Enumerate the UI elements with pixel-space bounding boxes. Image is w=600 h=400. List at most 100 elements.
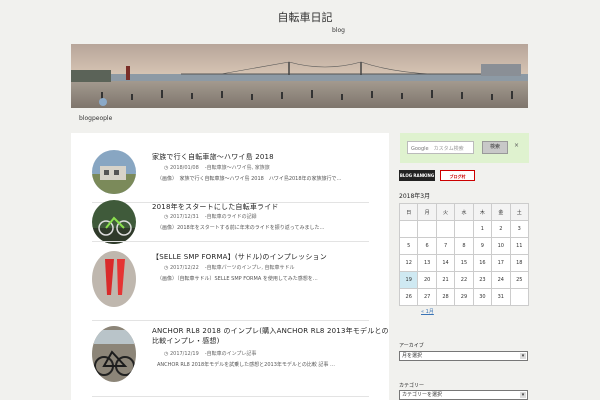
post-meta: ◷ 2017/12/22 -自転車パーツのインプレ, 自転車サドル bbox=[164, 265, 295, 271]
post-thumbnail[interactable] bbox=[92, 150, 136, 194]
post-tags[interactable]: -自転車パーツのインプレ, 自転車サドル bbox=[205, 265, 295, 271]
post-tags[interactable]: -自転車のライドの記録 bbox=[205, 214, 257, 220]
calendar-table: 日 月 火 水 木 金 土 1 2 3 5 6 7 8 9 10 11 12 1… bbox=[398, 203, 530, 306]
calendar-day: 7 bbox=[435, 237, 456, 255]
calendar-caption: 2018年3月 bbox=[399, 193, 431, 200]
calendar-day: 1 bbox=[472, 220, 493, 238]
calendar-day: 28 bbox=[435, 288, 456, 306]
archive-label: アーカイブ bbox=[399, 343, 424, 349]
header-panorama-image bbox=[71, 44, 528, 108]
weekday-header: 土 bbox=[509, 203, 530, 221]
post-excerpt: （画像） 家族で行く自転車旅〜ハワイ島 2018 ハワイ島2018年の家族旅行で… bbox=[157, 176, 342, 182]
calendar-day: 3 bbox=[509, 220, 530, 238]
post-item: ANCHOR RL8 2018 のインプレ(購入ANCHOR RL8 2013年… bbox=[92, 326, 389, 400]
calendar-week: 1 2 3 bbox=[398, 220, 530, 238]
post-excerpt: ANCHOR RL8 2018年モデルを試乗した感想と2013年モデルとの比較 … bbox=[157, 362, 336, 368]
google-label: Google bbox=[411, 146, 429, 152]
calendar-day bbox=[417, 220, 437, 238]
post-meta: ◷ 2018/01/08 -自転車旅〜ハワイ島, 家族旅 bbox=[164, 165, 270, 171]
calendar-day: 29 bbox=[454, 288, 474, 306]
chevron-down-icon: ▾ bbox=[520, 353, 526, 359]
calendar-day: 31 bbox=[491, 288, 511, 306]
post-thumbnail[interactable] bbox=[92, 200, 136, 244]
search-widget: Google カスタム検索 検索 × bbox=[400, 133, 529, 163]
calendar-day: 22 bbox=[454, 271, 474, 289]
post-title[interactable]: 2018年をスタートにした自転車ライド bbox=[152, 202, 279, 212]
category-select[interactable]: カテゴリーを選択 ▾ bbox=[399, 390, 528, 400]
calendar-day-today: 19 bbox=[398, 271, 419, 289]
calendar-day bbox=[454, 220, 474, 238]
weekday-header: 月 bbox=[417, 203, 437, 221]
clear-icon[interactable]: × bbox=[514, 142, 519, 149]
calendar-day: 30 bbox=[472, 288, 493, 306]
calendar-prev-link[interactable]: « 1月 bbox=[421, 308, 434, 315]
site-title[interactable]: 自転車日記 bbox=[0, 9, 600, 25]
search-button[interactable]: 検索 bbox=[482, 141, 508, 154]
calendar-day: 25 bbox=[509, 271, 530, 289]
post-title[interactable]: 【SELLE SMP FORMA】(サドル)のインプレッション bbox=[152, 252, 327, 262]
post-date: 2017/12/22 bbox=[169, 265, 199, 271]
post-meta: ◷ 2017/12/31 -自転車のライドの記録 bbox=[164, 214, 257, 220]
post-date: 2018/01/08 bbox=[169, 165, 199, 171]
calendar-day bbox=[509, 288, 530, 306]
calendar-day: 17 bbox=[491, 254, 511, 272]
search-input[interactable]: Google カスタム検索 bbox=[407, 141, 474, 154]
weekday-header: 金 bbox=[491, 203, 511, 221]
post-thumbnail[interactable] bbox=[92, 326, 136, 382]
post-excerpt: （画像）（自転車サドル）SELLE SMP FORMA を使用してみた感想を… bbox=[157, 276, 318, 282]
blog-ranking-badge[interactable]: BLOG RANKING bbox=[399, 170, 435, 181]
search-placeholder: カスタム検索 bbox=[433, 146, 464, 152]
post-item: 家族で行く自転車旅〜ハワイ島 2018 ◷ 2018/01/08 -自転車旅〜ハワ… bbox=[92, 145, 369, 203]
post-thumbnail[interactable] bbox=[92, 251, 136, 307]
blogpeople-link[interactable]: blogpeople bbox=[79, 115, 112, 122]
archive-select[interactable]: 月を選択 ▾ bbox=[399, 351, 528, 361]
post-meta: ◷ 2017/12/19 -自転車のインプレ記事 bbox=[164, 351, 257, 357]
calendar-week: 26 27 28 29 30 31 bbox=[398, 288, 530, 306]
category-select-value: カテゴリーを選択 bbox=[402, 392, 443, 398]
weekday-header: 水 bbox=[454, 203, 474, 221]
post-title-line2[interactable]: 比較インプレ・感想) bbox=[152, 337, 220, 345]
calendar-day: 10 bbox=[491, 237, 511, 255]
calendar-day: 21 bbox=[435, 271, 456, 289]
post-title[interactable]: ANCHOR RL8 2018 のインプレ(購入ANCHOR RL8 2013年… bbox=[152, 326, 389, 346]
calendar-day: 12 bbox=[398, 254, 419, 272]
post-list: 家族で行く自転車旅〜ハワイ島 2018 ◷ 2018/01/08 -自転車旅〜ハワ… bbox=[71, 133, 389, 400]
calendar-day: 8 bbox=[454, 237, 474, 255]
weekday-header: 日 bbox=[398, 203, 419, 221]
calendar-week: 19 20 21 22 23 24 25 bbox=[398, 271, 530, 289]
post-tags[interactable]: -自転車のインプレ記事 bbox=[205, 351, 257, 357]
calendar-day: 6 bbox=[417, 237, 437, 255]
calendar-day: 20 bbox=[417, 271, 437, 289]
site-description: blog bbox=[332, 27, 345, 34]
post-divider bbox=[92, 320, 369, 321]
post-tags[interactable]: -自転車旅〜ハワイ島, 家族旅 bbox=[205, 165, 270, 171]
post-divider bbox=[92, 241, 369, 242]
calendar-day: 13 bbox=[417, 254, 437, 272]
calendar-week: 12 13 14 15 16 17 18 bbox=[398, 254, 530, 272]
post-item: 【SELLE SMP FORMA】(サドル)のインプレッション ◷ 2017/1… bbox=[92, 251, 369, 323]
blog-mura-badge[interactable]: ブログ村 bbox=[440, 170, 475, 181]
calendar-day: 27 bbox=[417, 288, 437, 306]
post-date: 2017/12/31 bbox=[169, 214, 199, 220]
calendar-weekday-row: 日 月 火 水 木 金 土 bbox=[398, 203, 530, 221]
calendar-week: 5 6 7 8 9 10 11 bbox=[398, 237, 530, 255]
chevron-down-icon: ▾ bbox=[520, 392, 526, 398]
post-title[interactable]: 家族で行く自転車旅〜ハワイ島 2018 bbox=[152, 152, 274, 162]
archive-select-value: 月を選択 bbox=[402, 353, 423, 359]
calendar-day: 24 bbox=[491, 271, 511, 289]
calendar-day: 15 bbox=[454, 254, 474, 272]
calendar-day: 16 bbox=[472, 254, 493, 272]
calendar-day: 11 bbox=[509, 237, 530, 255]
post-divider bbox=[92, 396, 369, 397]
post-title-line1[interactable]: ANCHOR RL8 2018 のインプレ(購入ANCHOR RL8 2013年… bbox=[152, 327, 389, 335]
weekday-header: 木 bbox=[472, 203, 493, 221]
post-item: 2018年をスタートにした自転車ライド ◷ 2017/12/31 -自転車のライド… bbox=[92, 199, 369, 251]
calendar-day: 23 bbox=[472, 271, 493, 289]
calendar-day: 9 bbox=[472, 237, 493, 255]
calendar-day: 5 bbox=[398, 237, 419, 255]
calendar-day: 2 bbox=[491, 220, 511, 238]
calendar-day: 18 bbox=[509, 254, 530, 272]
calendar-day: 26 bbox=[398, 288, 419, 306]
weekday-header: 火 bbox=[435, 203, 456, 221]
post-excerpt: （画像）2018年をスタートする前に年末のライドを振り返ってみました… bbox=[157, 225, 325, 231]
